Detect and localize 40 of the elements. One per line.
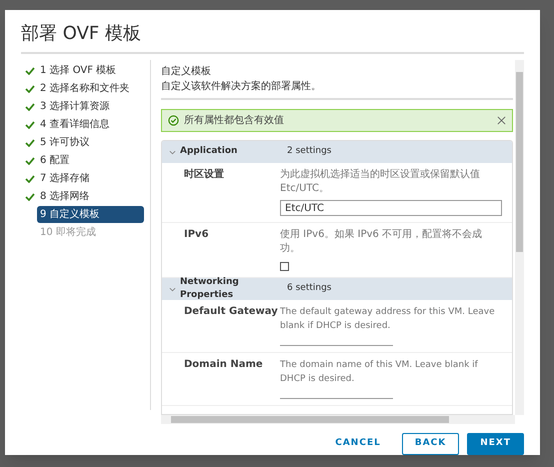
setting-label: Domain Name <box>183 358 264 372</box>
wizard-step[interactable]: 9 自定义模板 <box>37 206 144 223</box>
wizard-step[interactable]: 2 选择名称和文件夹 <box>37 80 144 97</box>
setting-label: 时区设置 <box>183 168 225 182</box>
page-subtitle: 自定义该软件解决方案的部署属性。 <box>161 79 513 100</box>
settings-count: 2 settings <box>287 145 332 158</box>
page-title: 自定义模板 <box>161 64 212 79</box>
chevron-icon <box>169 286 176 292</box>
dialog-button[interactable]: NEXT <box>467 433 524 455</box>
setting-description: The domain name of this VM. Leave blank if DHCP is desired. <box>280 359 479 386</box>
vertical-scrollbar[interactable] <box>515 60 524 415</box>
input-line[interactable] <box>280 398 393 399</box>
dialog-title: 部署 OVF 模板 <box>21 22 524 54</box>
wizard-step[interactable]: 1 选择 OVF 模板 <box>37 62 144 79</box>
setting-description: 使用 IPv6。如果 IPv6 不可用，配置将不会成功。 <box>280 228 484 256</box>
group-name: Application <box>180 145 238 158</box>
wizard-step[interactable]: 7 选择存储 <box>37 170 144 187</box>
wizard-step[interactable]: 8 选择网络 <box>37 188 144 205</box>
dialog-button[interactable]: BACK <box>402 433 460 455</box>
chevron-icon <box>169 150 176 154</box>
setting-description: The default gateway address for this VM. Leave blank if DHCP is desired. <box>280 306 496 333</box>
wizard-step[interactable]: 6 配置 <box>37 152 144 169</box>
wizard-step[interactable]: 3 选择计算资源 <box>37 98 144 115</box>
wizard-step[interactable]: 4 查看详细信息 <box>37 116 144 133</box>
setting-label: IPv6 <box>183 228 210 242</box>
group-name: Networking Properties <box>180 276 240 302</box>
checkbox[interactable] <box>280 262 289 271</box>
close-icon[interactable] <box>497 116 506 125</box>
check-circle-icon <box>168 115 179 126</box>
text-field[interactable]: Etc/UTC <box>280 200 502 216</box>
setting-description: 为此虚拟机选择适当的时区设置或保留默认值 Etc/UTC。 <box>280 168 481 196</box>
alert-message: 所有属性都包含有效值 <box>184 114 285 128</box>
dialog-button[interactable]: CANCEL <box>322 433 394 455</box>
group-header[interactable]: Application 2 settings <box>162 141 512 163</box>
horizontal-scrollbar[interactable] <box>161 415 515 424</box>
input-line[interactable] <box>280 345 393 346</box>
group-header[interactable]: Networking Properties 6 settings <box>162 278 512 300</box>
setting-label: Default Gateway <box>183 305 279 319</box>
wizard-step[interactable]: 5 许可协议 <box>37 134 144 151</box>
settings-count: 6 settings <box>287 282 332 296</box>
